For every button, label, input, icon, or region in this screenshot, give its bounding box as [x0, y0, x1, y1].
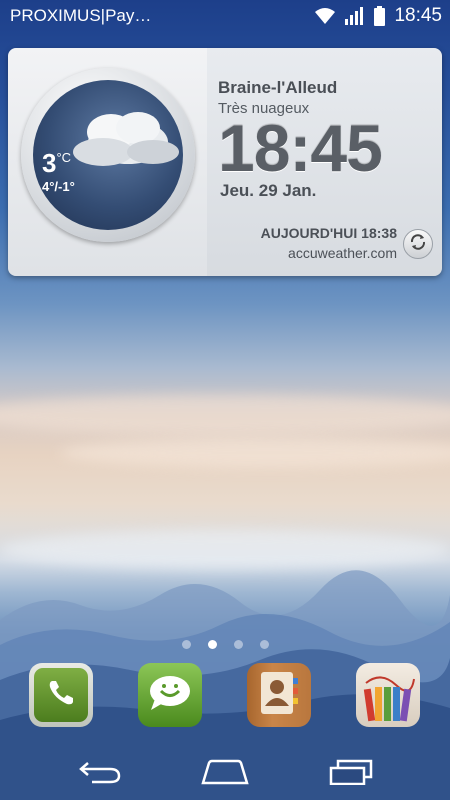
page-dot	[233, 640, 243, 649]
back-icon[interactable]	[78, 759, 122, 790]
message-icon	[147, 673, 193, 718]
refresh-button[interactable]	[403, 229, 433, 259]
pencils-icon	[356, 676, 420, 727]
home-icon[interactable]	[201, 759, 249, 790]
phone-icon	[46, 678, 76, 713]
weather-source: accuweather.com	[288, 245, 397, 261]
page-dot	[259, 640, 269, 649]
contacts-icon	[259, 670, 299, 721]
weather-icon-panel: 3°C 4°/-1°	[8, 48, 207, 276]
page-indicator	[0, 640, 450, 649]
wifi-icon	[314, 7, 336, 25]
page-dot-active	[207, 640, 217, 649]
recents-icon[interactable]	[328, 759, 374, 790]
current-temperature: 3°C	[42, 148, 72, 178]
phone-app-button[interactable]	[29, 663, 93, 727]
app-dock	[0, 663, 450, 727]
status-bar: PROXIMUS|Pay… 18:45	[0, 0, 450, 32]
city-name: Braine-l'Alleud	[218, 78, 338, 97]
notes-app-button[interactable]	[356, 663, 420, 727]
page-dot	[181, 640, 191, 649]
contacts-app-button[interactable]	[247, 663, 311, 727]
status-time: 18:45	[394, 5, 442, 26]
clock[interactable]: 18:45	[218, 110, 383, 186]
navigation-bar	[0, 745, 450, 800]
weather-widget[interactable]: 3°C 4°/-1° Braine-l'Alleud Très nuageux …	[8, 48, 442, 276]
carrier-name: PROXIMUS|Pay…	[10, 6, 152, 25]
signal-icon	[345, 7, 365, 25]
battery-icon	[374, 6, 386, 26]
messaging-app-button[interactable]	[138, 663, 202, 727]
last-updated: AUJOURD'HUI 18:38	[260, 225, 397, 241]
temperature-range: 4°/-1°	[42, 179, 75, 194]
refresh-icon	[409, 233, 427, 256]
date: Jeu. 29 Jan.	[220, 181, 317, 200]
weather-info-panel: Braine-l'Alleud Très nuageux 18:45 Jeu. …	[207, 48, 442, 276]
